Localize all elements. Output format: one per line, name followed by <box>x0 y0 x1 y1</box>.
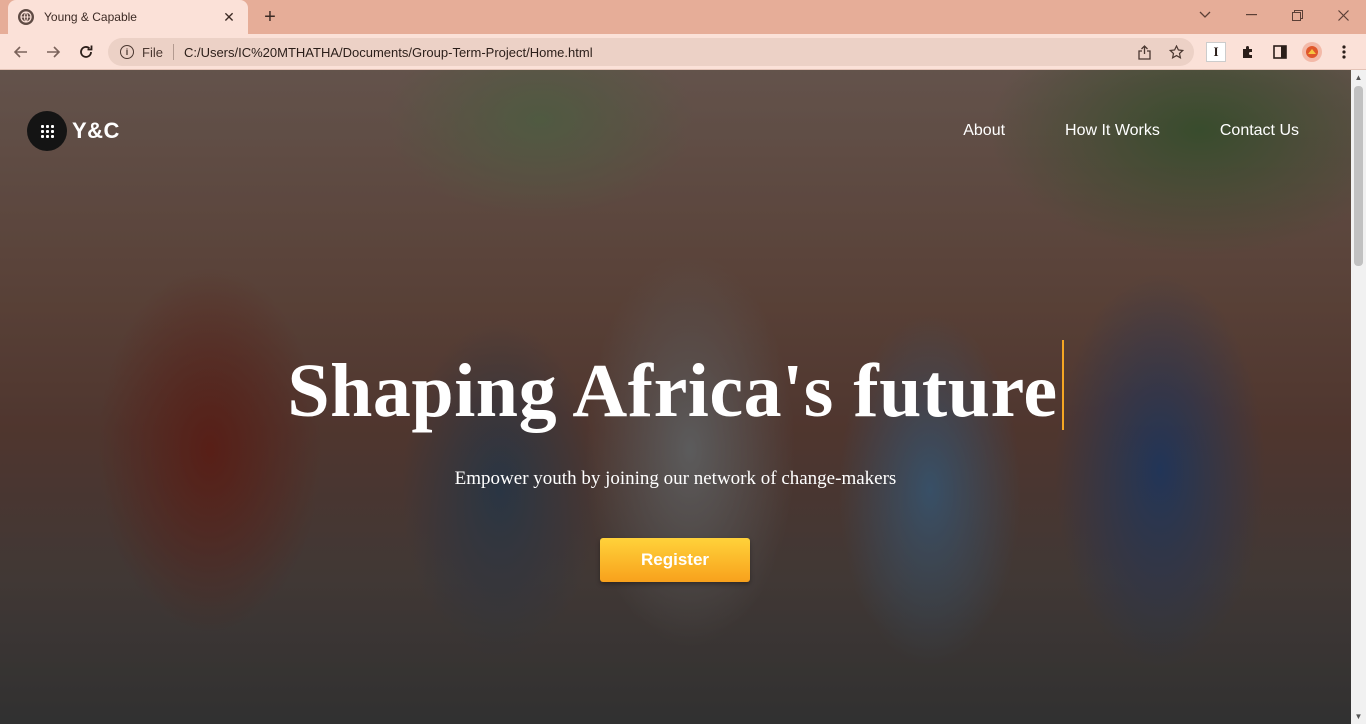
close-window-icon[interactable] <box>1320 0 1366 30</box>
url-text[interactable]: C:/Users/IC%20MTHATHA/Documents/Group-Te… <box>184 45 1130 60</box>
close-tab-icon[interactable]: ✕ <box>220 8 238 26</box>
hero-headline-text: Shaping Africa's future <box>287 349 1058 433</box>
scroll-up-icon[interactable]: ▲ <box>1354 73 1363 82</box>
globe-icon <box>18 9 34 25</box>
back-arrow-icon[interactable] <box>7 38 35 66</box>
divider <box>172 44 174 60</box>
bookmark-star-icon[interactable] <box>1162 38 1190 66</box>
extensions-puzzle-icon[interactable] <box>1238 42 1258 62</box>
scroll-thumb[interactable] <box>1354 86 1363 266</box>
browser-tab[interactable]: Young & Capable ✕ <box>8 0 248 34</box>
forward-arrow-icon[interactable] <box>39 38 67 66</box>
page-scrollbar[interactable]: ▲ ▼ <box>1351 70 1366 724</box>
nav-about[interactable]: About <box>963 122 1005 140</box>
hero-subline: Empower youth by joining our network of … <box>454 468 897 489</box>
info-icon[interactable]: i <box>120 45 134 59</box>
file-label: File <box>142 44 163 60</box>
minimize-icon[interactable] <box>1228 0 1274 30</box>
typing-caret <box>1061 340 1064 430</box>
extension-instapaper-icon[interactable]: I <box>1206 42 1226 62</box>
nav-contact-us[interactable]: Contact Us <box>1220 122 1299 140</box>
site-logo[interactable]: Y&C <box>27 111 120 151</box>
scroll-down-icon[interactable]: ▼ <box>1354 712 1363 721</box>
register-button[interactable]: Register <box>600 538 750 582</box>
nav-how-it-works[interactable]: How It Works <box>1065 122 1160 140</box>
logo-dots-icon <box>27 111 67 151</box>
share-icon[interactable] <box>1130 38 1158 66</box>
kebab-menu-icon[interactable] <box>1334 42 1354 62</box>
browser-toolbar: i File C:/Users/IC%20MTHATHA/Documents/G… <box>0 34 1366 70</box>
hero-headline: Shaping Africa's future <box>0 340 1351 435</box>
main-nav: About How It Works Contact Us <box>963 122 1299 140</box>
logo-text: Y&C <box>72 118 120 143</box>
profile-avatar-icon[interactable] <box>1302 42 1322 62</box>
web-page: Y&C About How It Works Contact Us Shapin… <box>0 70 1351 724</box>
new-tab-button[interactable]: + <box>258 5 282 29</box>
address-bar[interactable]: i File C:/Users/IC%20MTHATHA/Documents/G… <box>108 38 1194 66</box>
tab-title: Young & Capable <box>44 10 137 24</box>
browser-tab-bar: Young & Capable ✕ + <box>0 0 1366 34</box>
reload-icon[interactable] <box>72 38 100 66</box>
side-panel-icon[interactable] <box>1270 42 1290 62</box>
restore-icon[interactable] <box>1274 0 1320 30</box>
tab-search-icon[interactable] <box>1182 0 1228 30</box>
